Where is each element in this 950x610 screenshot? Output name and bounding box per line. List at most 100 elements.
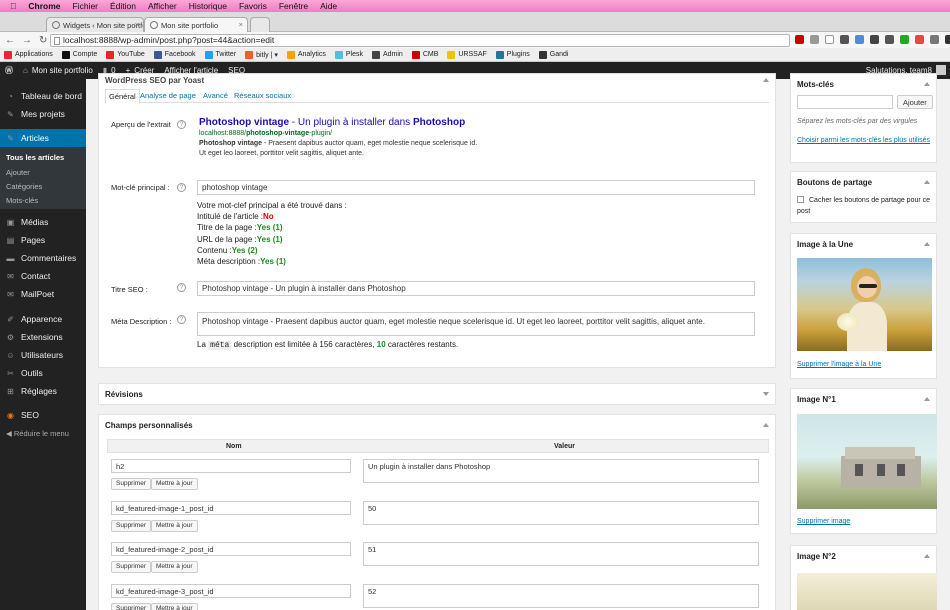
bookmark-item[interactable]: Facebook xyxy=(153,50,196,59)
bookmark-item[interactable]: Gandi xyxy=(538,50,568,59)
toggle-arrow-icon[interactable] xyxy=(924,82,930,86)
bookmark-item[interactable]: Analytics xyxy=(286,50,326,59)
update-field-button[interactable]: Mettre à jour xyxy=(151,478,198,490)
extension-icon[interactable] xyxy=(870,35,879,44)
seo-title-input[interactable]: Photoshop vintage - Un plugin à installe… xyxy=(197,281,755,296)
tab-page-analysis[interactable]: Analyse de page xyxy=(140,91,196,100)
sidebar-item-mailpoet[interactable]: ✉ MailPoet xyxy=(0,285,86,303)
delete-field-button[interactable]: Supprimer xyxy=(111,561,151,573)
update-field-button[interactable]: Mettre à jour xyxy=(151,561,198,573)
submenu-item[interactable]: Tous les articles xyxy=(0,153,86,162)
star-icon[interactable] xyxy=(825,35,834,44)
custom-field-name-input[interactable]: kd_featured-image-3_post_id xyxy=(111,583,351,598)
sidebar-item-tableau-de-bord[interactable]: ◔ Tableau de bord xyxy=(0,87,86,105)
menu-aide[interactable]: Aide xyxy=(320,1,337,11)
menu-edition[interactable]: Édition xyxy=(110,1,136,11)
choose-tags-link[interactable]: Choisir parmi les mots-clés les plus uti… xyxy=(797,137,930,144)
submenu-item[interactable]: Catégories xyxy=(0,182,86,191)
image-2[interactable] xyxy=(797,573,937,610)
new-tab-button[interactable] xyxy=(250,17,270,32)
close-icon[interactable]: × xyxy=(135,20,139,29)
toggle-arrow-icon[interactable] xyxy=(763,423,769,427)
extension-icon[interactable] xyxy=(930,35,939,44)
sidebar-item-m-dias[interactable]: ▣ Médias xyxy=(0,213,86,231)
sidebar-item-seo[interactable]: ◉ SEO xyxy=(0,406,86,424)
custom-field-name-input[interactable]: h2 xyxy=(111,459,351,473)
sidebar-item-utilisateurs[interactable]: ☺ Utilisateurs xyxy=(0,346,86,364)
help-icon[interactable]: ? xyxy=(177,120,186,129)
extension-icon[interactable] xyxy=(810,35,819,44)
wp-logo-icon[interactable]: Ⓦ xyxy=(0,65,18,76)
admin-bar-site[interactable]: ⌂ Mon site portfolio xyxy=(18,66,98,75)
update-field-button[interactable]: Mettre à jour xyxy=(151,602,198,610)
help-icon[interactable]: ? xyxy=(177,315,186,324)
featured-image[interactable] xyxy=(797,258,932,351)
remove-featured-link[interactable]: Supprimer l'image à la Une xyxy=(797,361,881,368)
extension-icon[interactable] xyxy=(855,35,864,44)
bookmark-item[interactable]: Plesk xyxy=(334,50,363,59)
extension-icon[interactable] xyxy=(915,35,924,44)
sidebar-item-mes-projets[interactable]: ✎ Mes projets xyxy=(0,105,86,123)
url-input[interactable]: localhost:8888/wp-admin/post.php?post=44… xyxy=(50,34,790,47)
toggle-arrow-icon[interactable] xyxy=(924,242,930,246)
custom-field-value-textarea[interactable]: 52 xyxy=(363,583,759,608)
bookmark-item[interactable]: Applications xyxy=(4,50,53,59)
submenu-item[interactable]: Mots-clés xyxy=(0,196,86,205)
extension-icon[interactable] xyxy=(795,35,804,44)
menu-favoris[interactable]: Favoris xyxy=(239,1,267,11)
sidebar-item-extensions[interactable]: ⚙ Extensions xyxy=(0,328,86,346)
browser-tab-portfolio[interactable]: Mon site portfolio × xyxy=(144,17,248,32)
toggle-arrow-icon[interactable] xyxy=(924,554,930,558)
custom-field-value-textarea[interactable]: Un plugin à installer dans Photoshop xyxy=(363,459,759,483)
extension-icon[interactable] xyxy=(840,35,849,44)
delete-field-button[interactable]: Supprimer xyxy=(111,602,151,610)
tab-social[interactable]: Réseaux sociaux xyxy=(234,91,291,100)
image-1[interactable] xyxy=(797,414,937,509)
bookmark-item[interactable]: bitly | ▾ xyxy=(245,50,278,59)
tab-advanced[interactable]: Avancé xyxy=(203,91,228,100)
toggle-arrow-icon[interactable] xyxy=(763,78,769,82)
menu-fenetre[interactable]: Fenêtre xyxy=(279,1,308,11)
sidebar-item-commentaires[interactable]: ▬ Commentaires xyxy=(0,249,86,267)
revisions-metabox[interactable]: Révisions xyxy=(98,383,776,405)
tab-general[interactable]: Général xyxy=(105,89,140,104)
toggle-arrow-icon[interactable] xyxy=(924,180,930,184)
remove-image-1-link[interactable]: Supprimer image xyxy=(797,518,850,525)
bookmark-item[interactable]: Twitter xyxy=(204,50,236,59)
focus-keyword-input[interactable]: photoshop vintage xyxy=(197,180,755,195)
browser-tab-widgets[interactable]: Widgets ‹ Mon site portfolio × xyxy=(46,17,144,32)
custom-field-value-textarea[interactable]: 50 xyxy=(363,500,759,525)
toggle-arrow-icon[interactable] xyxy=(924,397,930,401)
custom-field-value-textarea[interactable]: 51 xyxy=(363,542,759,566)
bookmark-item[interactable]: YouTube xyxy=(106,50,145,59)
custom-field-name-input[interactable]: kd_featured-image-2_post_id xyxy=(111,542,351,556)
meta-description-textarea[interactable]: Photoshop vintage - Praesent dapibus auc… xyxy=(197,312,755,336)
sidebar-item-outils[interactable]: ✂ Outils xyxy=(0,364,86,382)
bookmark-item[interactable]: CMB xyxy=(411,50,438,59)
custom-field-name-input[interactable]: kd_featured-image-1_post_id xyxy=(111,500,351,515)
menu-app[interactable]: Chrome xyxy=(28,1,60,11)
sidebar-item-apparence[interactable]: ✐ Apparence xyxy=(0,310,86,328)
menu-historique[interactable]: Historique xyxy=(189,1,227,11)
menu-afficher[interactable]: Afficher xyxy=(148,1,177,11)
sidebar-item-articles[interactable]: ✎ Articles xyxy=(0,129,86,147)
sidebar-item-contact[interactable]: ✉ Contact xyxy=(0,267,86,285)
extension-icon[interactable] xyxy=(900,35,909,44)
update-field-button[interactable]: Mettre à jour xyxy=(151,519,198,532)
tags-input[interactable] xyxy=(797,95,893,109)
close-icon[interactable]: × xyxy=(239,20,243,29)
menu-fichier[interactable]: Fichier xyxy=(73,1,99,11)
bookmark-item[interactable]: Plugins xyxy=(495,50,530,59)
add-tag-button[interactable]: Ajouter xyxy=(897,95,933,109)
delete-field-button[interactable]: Supprimer xyxy=(111,478,151,490)
help-icon[interactable]: ? xyxy=(177,183,186,192)
bookmark-item[interactable]: Admin xyxy=(371,50,403,59)
sidebar-item-r-glages[interactable]: ⊞ Réglages xyxy=(0,382,86,400)
collapse-menu-button[interactable]: ◀ Réduire le menu xyxy=(0,429,86,438)
apple-icon[interactable]:  xyxy=(10,1,16,11)
menu-icon[interactable] xyxy=(945,35,950,44)
back-icon[interactable]: ← xyxy=(5,35,15,46)
submenu-item[interactable]: Ajouter xyxy=(0,168,86,177)
sidebar-item-pages[interactable]: ▤ Pages xyxy=(0,231,86,249)
bookmark-item[interactable]: Compte xyxy=(61,50,97,59)
